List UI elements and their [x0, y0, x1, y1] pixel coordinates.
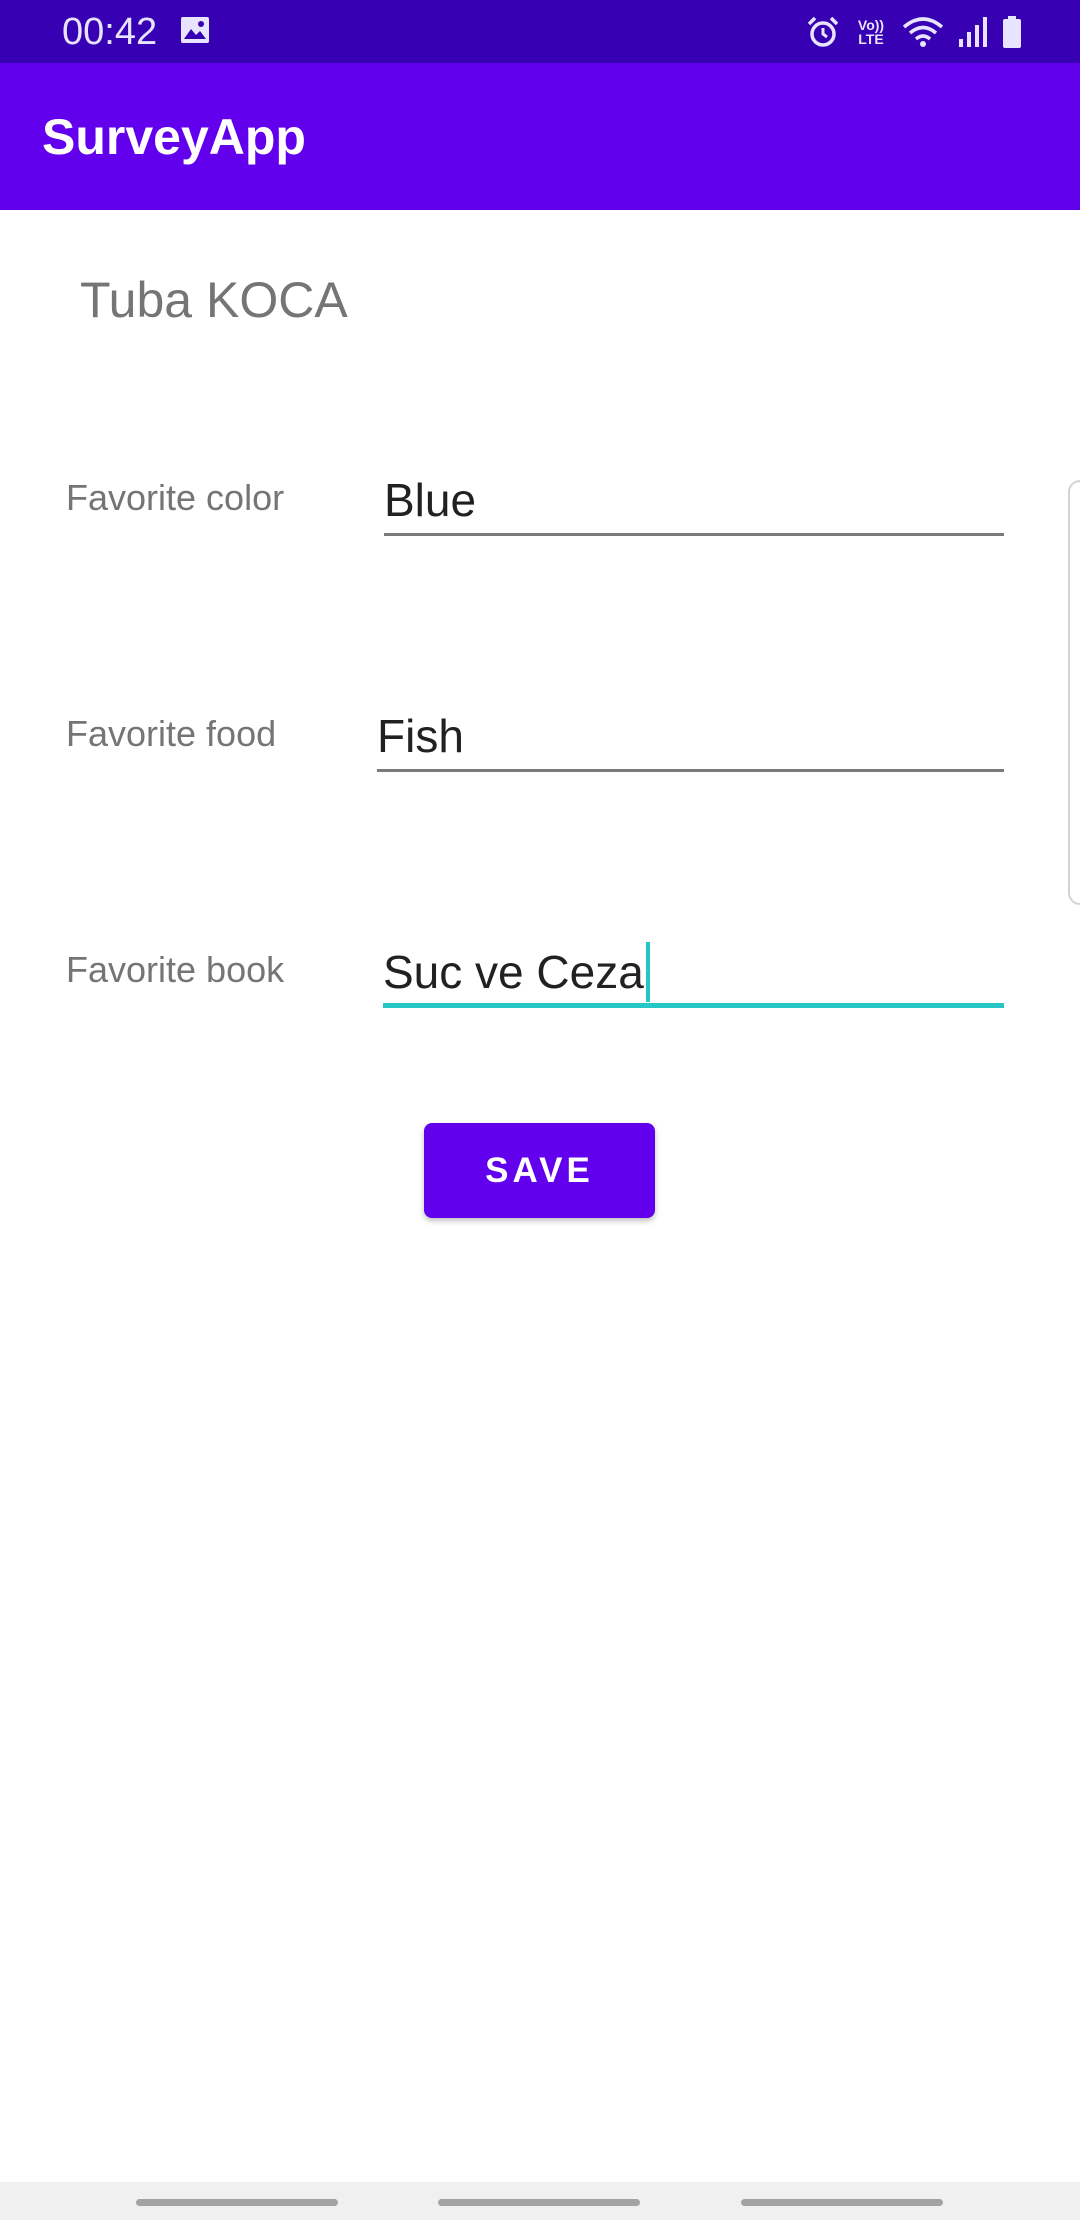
edge-panel-handle[interactable] — [1068, 480, 1080, 905]
save-button[interactable]: SAVE — [424, 1123, 655, 1218]
wifi-icon — [902, 17, 944, 47]
favorite-book-value: Suc ve Ceza — [383, 946, 644, 998]
nav-home-handle[interactable] — [438, 2199, 640, 2206]
favorite-food-input[interactable]: Fish — [377, 702, 1004, 772]
app-bar: SurveyApp — [0, 63, 1080, 210]
text-cursor — [645, 942, 650, 1002]
favorite-color-label: Favorite color — [66, 477, 285, 518]
status-time: 00:42 — [62, 11, 158, 53]
alarm-icon — [807, 16, 839, 47]
volte-icon: Vo)) LTE — [854, 18, 888, 46]
signal-icon — [959, 17, 987, 47]
survey-screen: 00:42 Vo)) LTE SurveyApp Tuba KOCA Favor… — [0, 0, 1080, 2220]
favorite-book-label: Favorite book — [66, 949, 285, 990]
volte-bottom-label: LTE — [858, 31, 884, 47]
nav-recents-handle[interactable] — [136, 2199, 338, 2206]
user-name: Tuba KOCA — [80, 272, 348, 328]
favorite-food-value: Fish — [377, 710, 464, 762]
favorite-food-label: Favorite food — [66, 713, 277, 754]
nav-back-handle[interactable] — [741, 2199, 943, 2206]
volte-top-label: Vo)) — [857, 17, 885, 33]
status-icons: Vo)) LTE — [806, 12, 1022, 52]
navigation-bar — [0, 2182, 1080, 2220]
app-title: SurveyApp — [42, 109, 306, 165]
gallery-icon — [181, 17, 209, 43]
battery-icon — [1003, 16, 1021, 48]
favorite-book-input[interactable]: Suc ve Ceza — [383, 938, 1004, 1008]
favorite-color-input[interactable]: Blue — [384, 466, 1004, 536]
favorite-color-value: Blue — [384, 474, 477, 526]
status-bar: 00:42 Vo)) LTE — [0, 0, 1080, 63]
